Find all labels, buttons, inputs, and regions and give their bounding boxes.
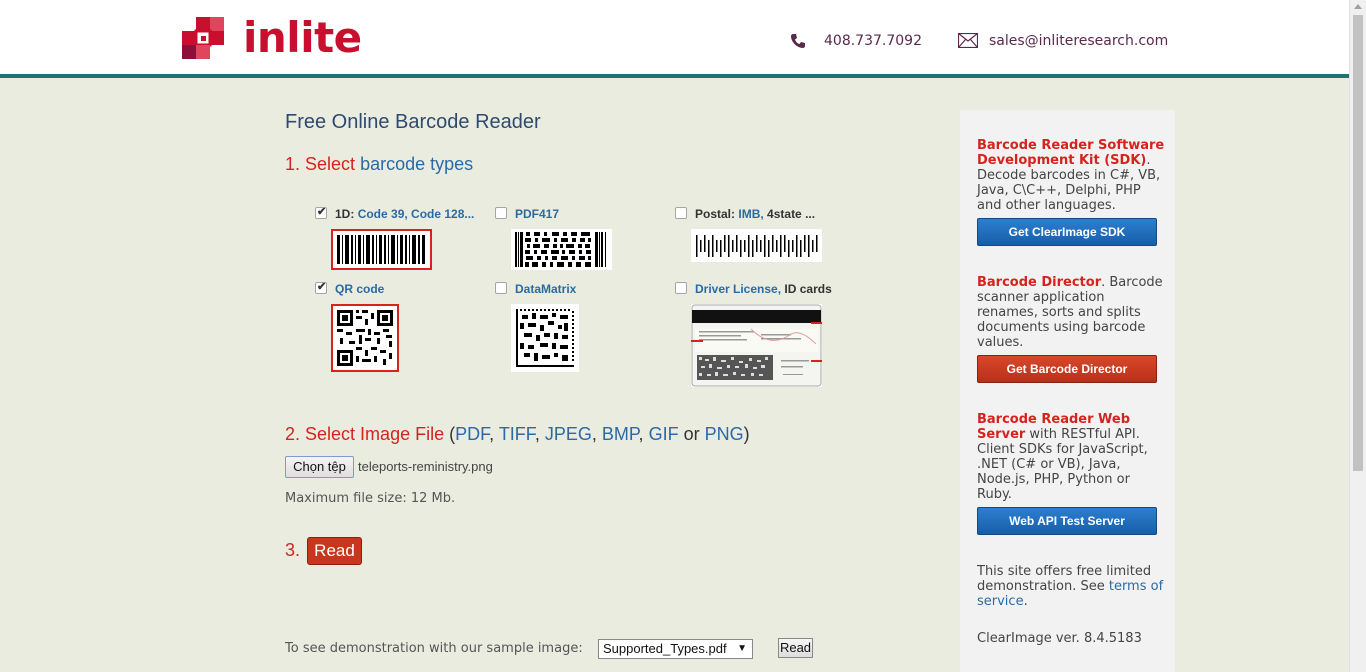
- director-block: Barcode Director. Barcode scanner applic…: [977, 275, 1167, 350]
- barcode-datamatrix-image[interactable]: [511, 304, 579, 372]
- step2-close-paren: ): [743, 424, 750, 444]
- selected-file-name: teleports-reministry.png: [358, 459, 493, 474]
- scroll-up-icon[interactable]: [1354, 4, 1362, 9]
- format-or: or: [683, 424, 700, 444]
- inlite-logo-icon[interactable]: [180, 17, 226, 63]
- sample-demo-text: To see demonstration with our sample ima…: [285, 641, 583, 656]
- checkbox-pdf417[interactable]: [495, 207, 507, 219]
- step1-number: 1.: [285, 154, 301, 174]
- page-scrollbar[interactable]: [1349, 0, 1366, 672]
- format-jpeg: JPEG: [544, 424, 592, 444]
- barcode-postal-prefix: Postal:: [695, 207, 736, 221]
- pdf417-barcode-icon: [515, 232, 606, 267]
- read-button[interactable]: Read: [307, 537, 362, 565]
- barcode-postal-image[interactable]: [691, 229, 822, 262]
- barcode-datamatrix-link[interactable]: DataMatrix: [515, 282, 576, 296]
- barcode-qr-image[interactable]: [331, 304, 399, 372]
- format-pdf: PDF: [455, 424, 490, 444]
- barcode-driver-license-image[interactable]: [689, 304, 825, 387]
- terms-note: This site offers free limited demonstrat…: [977, 564, 1167, 609]
- sdk-block: Barcode Reader Software Development Kit …: [977, 138, 1167, 213]
- sample-read-button[interactable]: Read: [778, 638, 813, 658]
- phone-icon: [791, 34, 805, 48]
- sample-image-select[interactable]: Supported_Types.pdf ▼: [598, 639, 753, 659]
- format-tiff: TIFF: [498, 424, 535, 444]
- dropdown-arrow-icon: ▼: [737, 643, 747, 654]
- barcode-1d-image[interactable]: [331, 229, 432, 270]
- step2-heading: 2. Select Image File (PDF, TIFF, JPEG, B…: [285, 424, 750, 444]
- web-api-test-button[interactable]: Web API Test Server: [977, 507, 1157, 535]
- max-file-size: Maximum file size: 12 Mb.: [285, 491, 456, 506]
- barcode-driver-link[interactable]: Driver License,: [695, 282, 781, 296]
- phone-number[interactable]: 408.737.7092: [824, 32, 922, 50]
- scroll-thumb[interactable]: [1353, 15, 1363, 471]
- id-card-icon: [689, 304, 825, 387]
- checkbox-qr[interactable]: [315, 280, 327, 294]
- web-server-block: Barcode Reader Web Server with RESTful A…: [977, 412, 1167, 502]
- step3-number: 3.: [285, 540, 301, 560]
- step1-rest: barcode types: [360, 154, 474, 174]
- choose-file-button[interactable]: Chọn tệp: [285, 456, 354, 478]
- barcode-driver-suffix: ID cards: [784, 282, 832, 296]
- format-png: PNG: [704, 424, 744, 444]
- barcode-postal-link[interactable]: IMB,: [738, 207, 763, 221]
- page-title: Free Online Barcode Reader: [285, 111, 541, 133]
- checkbox-datamatrix[interactable]: [495, 282, 507, 294]
- site-header: inlite 408.737.7092 sales@inliteresearch…: [0, 0, 1349, 78]
- step2-number: 2.: [285, 424, 301, 444]
- format-bmp: BMP: [601, 424, 639, 444]
- checkbox-postal[interactable]: [675, 207, 687, 219]
- email-address[interactable]: sales@inliteresearch.com: [989, 32, 1168, 50]
- step1-word: Select: [305, 154, 356, 174]
- step2-word: Select Image File: [305, 424, 445, 444]
- terms-note-end: .: [1023, 594, 1028, 609]
- linear-barcode-icon: [337, 235, 425, 264]
- datamatrix-icon: [516, 309, 574, 367]
- barcode-pdf417-image[interactable]: [511, 229, 612, 270]
- checkbox-driver-license[interactable]: [675, 282, 687, 294]
- envelope-icon: [958, 33, 978, 48]
- format-gif: GIF: [648, 424, 679, 444]
- barcode-1d-prefix: 1D:: [335, 207, 355, 221]
- director-title-link[interactable]: Barcode Director: [977, 275, 1101, 290]
- step1-heading: 1. Select barcode types: [285, 154, 473, 175]
- qr-code-icon: [337, 310, 393, 366]
- get-sdk-button[interactable]: Get ClearImage SDK: [977, 218, 1157, 246]
- get-director-button[interactable]: Get Barcode Director: [977, 355, 1157, 383]
- sidebar: Barcode Reader Software Development Kit …: [960, 110, 1175, 672]
- sample-select-value: Supported_Types.pdf: [603, 641, 727, 656]
- barcode-qr-link[interactable]: QR code: [335, 282, 384, 296]
- version-text: ClearImage ver. 8.4.5183: [977, 631, 1142, 646]
- checkbox-1d[interactable]: [315, 205, 327, 219]
- postal-barcode-icon: [696, 235, 818, 257]
- barcode-postal-suffix: 4state ...: [767, 207, 816, 221]
- logo-wordmark[interactable]: inlite: [243, 12, 362, 64]
- barcode-pdf417-link[interactable]: PDF417: [515, 207, 559, 221]
- barcode-1d-link[interactable]: Code 39, Code 128...: [358, 207, 475, 221]
- sdk-title-link[interactable]: Barcode Reader Software Development Kit …: [977, 138, 1164, 168]
